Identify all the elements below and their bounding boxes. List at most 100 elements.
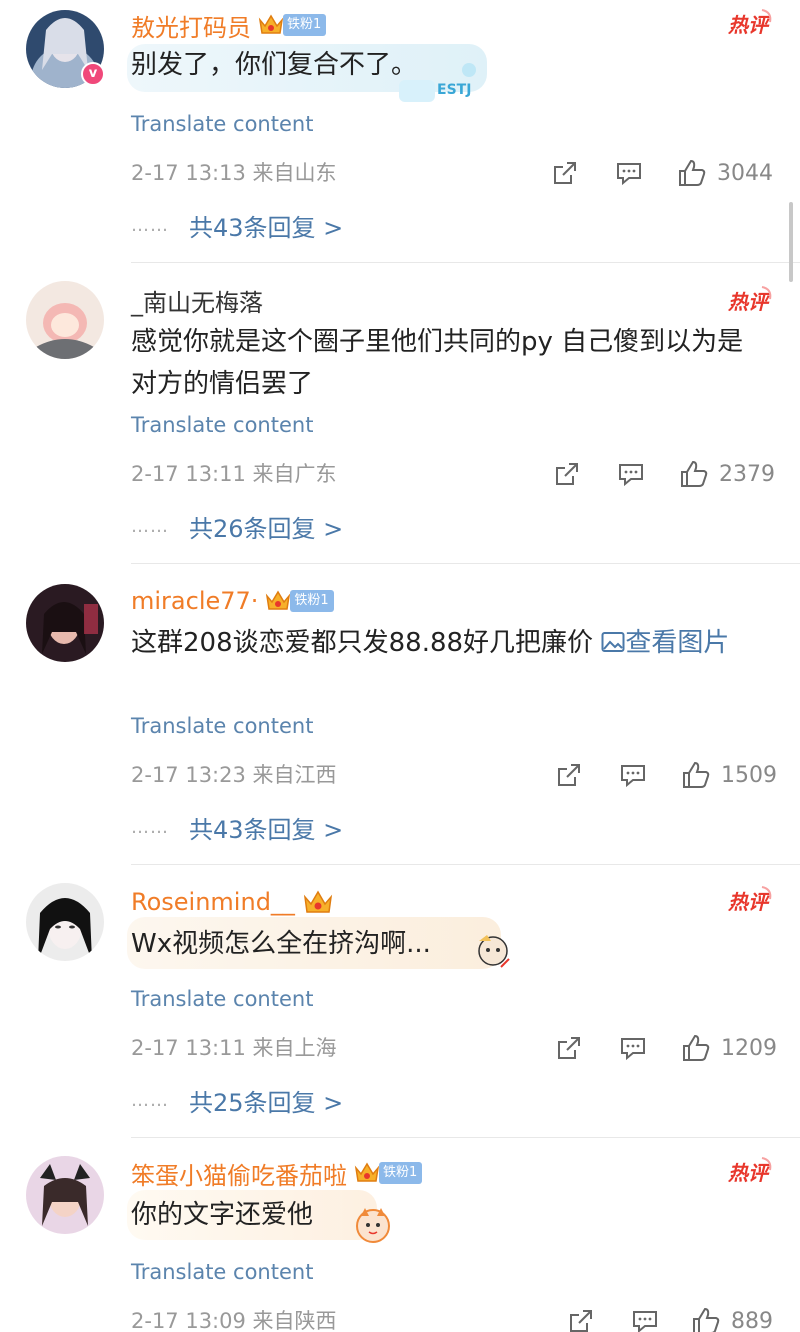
replies-dots: …… xyxy=(131,214,169,236)
comment-item: Roseinmind__ 热评 Wx视频怎么全在挤沟啊... Translate… xyxy=(0,865,800,1137)
replies-dots: …… xyxy=(131,515,169,537)
translate-link[interactable]: Translate content xyxy=(131,987,313,1011)
share-icon[interactable] xyxy=(555,1033,583,1063)
comment-text: Wx视频怎么全在挤沟啊... xyxy=(131,929,431,959)
sticker-text: ESTJ xyxy=(437,82,471,98)
translate-link[interactable]: Translate content xyxy=(131,413,313,437)
share-icon[interactable] xyxy=(567,1306,595,1332)
comment-item: 笨蛋小猫偷吃番茄啦 铁粉1 热评 你的文字还爱他 Translate conte… xyxy=(0,1138,800,1332)
replies-dots: …… xyxy=(131,816,169,838)
replies-row: …… 共43条回复 > xyxy=(131,810,343,844)
scrollbar[interactable] xyxy=(789,202,793,282)
comment-item: miracle77· 铁粉1 这群208谈恋爱都只发88.88好几把廉价 查看图… xyxy=(0,564,800,864)
avatar[interactable] xyxy=(26,584,104,662)
crown-icon xyxy=(264,589,292,613)
like-count: 3044 xyxy=(717,160,773,186)
like-icon xyxy=(679,159,706,186)
comment-text: 感觉你就是这个圈子里他们共同的py 自己傻到以为是对方的情侣罢了 xyxy=(131,327,744,399)
like-button[interactable]: 3044 xyxy=(677,158,773,188)
username[interactable]: _南山无梅落 xyxy=(131,283,263,318)
time-location: 2-17 13:11 来自上海 xyxy=(131,1036,337,1060)
like-button[interactable]: 1209 xyxy=(681,1033,777,1063)
like-icon xyxy=(683,1034,710,1061)
like-count: 1209 xyxy=(721,1035,777,1061)
share-icon[interactable] xyxy=(553,459,581,489)
translate-link[interactable]: Translate content xyxy=(131,1260,313,1284)
replies-row: …… 共43条回复 > xyxy=(131,208,343,242)
username[interactable]: miracle77· xyxy=(131,587,258,615)
hot-comment-icon: 热评 xyxy=(726,1156,774,1186)
like-button[interactable]: 1509 xyxy=(681,760,777,790)
replies-row: …… 共26条回复 > xyxy=(131,509,343,543)
view-replies-link[interactable]: 共26条回复 > xyxy=(189,509,343,544)
view-replies-link[interactable]: 共25条回复 > xyxy=(189,1083,343,1118)
crown-icon xyxy=(353,1161,381,1185)
username[interactable]: 敖光打码员 xyxy=(131,8,251,43)
fan-badge: 铁粉1 xyxy=(283,14,327,36)
share-icon[interactable] xyxy=(555,760,583,790)
comment-text: 你的文字还爱他 xyxy=(131,1200,314,1230)
hot-label: 热评 xyxy=(727,290,771,314)
view-replies-link[interactable]: 共43条回复 > xyxy=(189,810,343,845)
hot-comment-icon: 热评 xyxy=(726,885,774,915)
comment-text: 这群208谈恋爱都只发88.88好几把廉价 查看图片 xyxy=(131,622,761,664)
hot-label: 热评 xyxy=(727,13,771,37)
hot-comment-icon: 热评 xyxy=(726,285,774,315)
view-image-label[interactable]: 查看图片 xyxy=(625,628,729,658)
meta-row: 2-17 13:11 来自广东 2379 xyxy=(131,457,791,491)
comment-icon[interactable] xyxy=(631,1306,659,1332)
like-count: 889 xyxy=(731,1308,773,1332)
sticker-icon xyxy=(351,1204,395,1252)
comment-icon[interactable] xyxy=(619,760,647,790)
avatar[interactable] xyxy=(26,883,104,961)
sticker-icon: ESTJ xyxy=(395,60,495,110)
comment-icon[interactable] xyxy=(615,158,643,188)
image-icon xyxy=(601,632,625,652)
translate-link[interactable]: Translate content xyxy=(131,112,313,136)
verified-v-icon: v xyxy=(81,62,105,86)
like-count: 2379 xyxy=(719,461,775,487)
comment-item: _南山无梅落 热评 感觉你就是这个圈子里他们共同的py 自己傻到以为是对方的情侣… xyxy=(0,263,800,563)
hot-label: 热评 xyxy=(727,890,771,914)
sticker-icon xyxy=(469,931,517,977)
time-location: 2-17 13:13 来自山东 xyxy=(131,161,337,185)
content-wrap: 你的文字还爱他 xyxy=(127,1190,771,1243)
view-replies-link[interactable]: 共43条回复 > xyxy=(189,208,343,243)
username[interactable]: 笨蛋小猫偷吃番茄啦 xyxy=(131,1156,347,1191)
name-row: 笨蛋小猫偷吃番茄啦 铁粉1 xyxy=(131,1156,423,1191)
name-row: Roseinmind__ xyxy=(131,885,335,919)
like-icon xyxy=(693,1307,720,1332)
time-location: 2-17 13:09 来自陕西 xyxy=(131,1309,337,1332)
replies-row: …… 共25条回复 > xyxy=(131,1083,343,1117)
fan-badge: 铁粉1 xyxy=(379,1162,423,1184)
replies-dots: …… xyxy=(131,1089,169,1111)
translate-link[interactable]: Translate content xyxy=(131,714,313,738)
meta-row: 2-17 13:11 来自上海 1209 xyxy=(131,1031,791,1065)
content-wrap: 这群208谈恋爱都只发88.88好几把廉价 查看图片 xyxy=(131,622,761,664)
crown-icon xyxy=(301,888,335,916)
share-icon[interactable] xyxy=(551,158,579,188)
name-row: _南山无梅落 xyxy=(131,283,263,317)
view-image-link[interactable]: 查看图片 xyxy=(601,628,729,658)
hot-comment-icon: 热评 xyxy=(726,8,774,38)
avatar[interactable] xyxy=(26,281,104,359)
like-button[interactable]: 2379 xyxy=(679,459,775,489)
comment-item: v 敖光打码员 铁粉1 热评 别发了，你们复合不了。 ESTJ Translat… xyxy=(0,0,800,262)
hot-label: 热评 xyxy=(727,1161,771,1185)
time-location: 2-17 13:23 来自江西 xyxy=(131,763,337,787)
avatar[interactable] xyxy=(26,1156,104,1234)
content-wrap: 别发了，你们复合不了。 ESTJ xyxy=(127,44,771,102)
name-row: miracle77· 铁粉1 xyxy=(131,584,334,618)
meta-row: 2-17 13:23 来自江西 1509 xyxy=(131,758,791,792)
time-location: 2-17 13:11 来自广东 xyxy=(131,462,337,486)
like-button[interactable]: 889 xyxy=(691,1306,773,1332)
meta-row: 2-17 13:09 来自陕西 889 xyxy=(131,1304,791,1332)
username[interactable]: Roseinmind__ xyxy=(131,888,295,916)
like-count: 1509 xyxy=(721,762,777,788)
content-wrap: 感觉你就是这个圈子里他们共同的py 自己傻到以为是对方的情侣罢了 xyxy=(131,321,761,405)
crown-icon xyxy=(257,13,285,37)
name-row: 敖光打码员 铁粉1 xyxy=(131,8,327,43)
comment-icon[interactable] xyxy=(617,459,645,489)
fan-badge: 铁粉1 xyxy=(290,590,334,612)
comment-icon[interactable] xyxy=(619,1033,647,1063)
